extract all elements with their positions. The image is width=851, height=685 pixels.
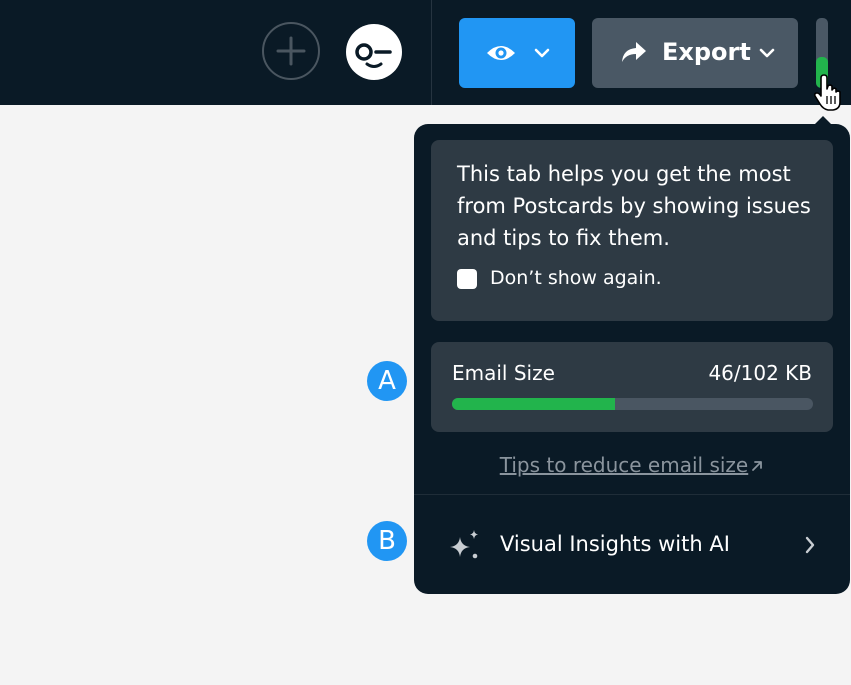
hand-cursor-icon xyxy=(813,74,841,111)
dont-show-again-checkbox[interactable] xyxy=(457,269,477,289)
visual-insights-label: Visual Insights with AI xyxy=(500,532,730,556)
annotation-badge-b: B xyxy=(367,521,407,561)
annotation-badge-a: A xyxy=(367,361,407,401)
chevron-down-icon[interactable] xyxy=(759,47,775,59)
preview-button[interactable] xyxy=(459,18,575,88)
info-card: This tab helps you get the most from Pos… xyxy=(431,140,833,321)
dont-show-again-label[interactable]: Don’t show again. xyxy=(490,265,662,291)
user-avatar-icon xyxy=(355,43,392,68)
add-button[interactable] xyxy=(262,22,320,80)
visual-insights-ai-row[interactable]: Visual Insights with AI xyxy=(414,495,850,594)
email-size-progress-fill xyxy=(452,398,615,410)
toolbar-divider xyxy=(431,0,432,105)
email-size-progress-bar xyxy=(452,398,813,410)
chevron-down-icon[interactable] xyxy=(534,47,550,59)
user-avatar[interactable] xyxy=(346,24,402,80)
chevron-right-icon xyxy=(805,536,815,554)
share-arrow-icon xyxy=(622,42,646,62)
plus-icon xyxy=(276,36,306,66)
tips-link-text[interactable]: Tips to reduce email size xyxy=(500,453,748,477)
email-size-value: 46/102 KB xyxy=(708,361,812,385)
top-toolbar: Export xyxy=(0,0,851,105)
export-button[interactable]: Export xyxy=(592,18,798,88)
info-text: This tab helps you get the most from Pos… xyxy=(457,162,811,250)
export-label: Export xyxy=(662,38,751,66)
eye-icon xyxy=(487,46,515,60)
email-size-label: Email Size xyxy=(452,361,555,385)
email-size-card: Email Size 46/102 KB xyxy=(431,342,833,432)
external-link-arrow-icon xyxy=(752,461,763,471)
sparkles-icon xyxy=(450,530,478,559)
tips-reduce-size-link[interactable]: Tips to reduce email size xyxy=(414,452,850,478)
